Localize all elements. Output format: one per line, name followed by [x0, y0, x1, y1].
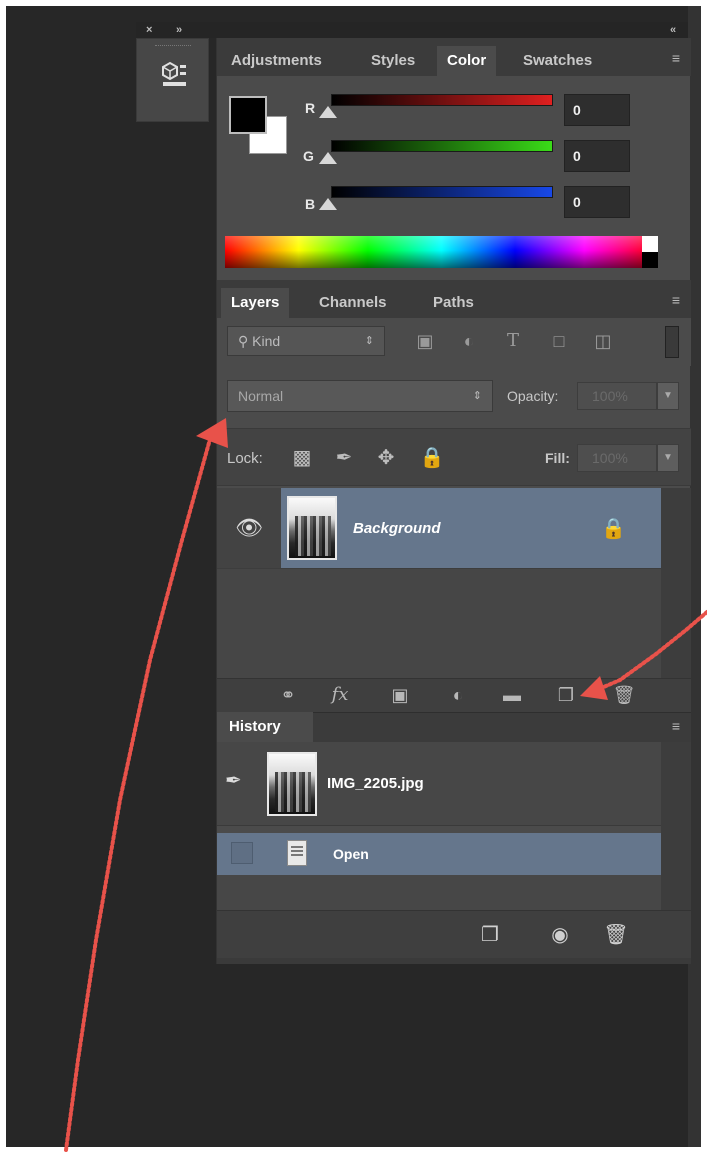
3d-properties-icon[interactable]	[159, 59, 189, 89]
tab-swatches[interactable]: Swatches	[513, 46, 602, 76]
blue-slider-thumb[interactable]	[319, 198, 337, 210]
link-layers-icon[interactable]: ⚭	[271, 678, 305, 712]
adjustment-filter-icon[interactable]: ◐	[457, 328, 481, 354]
collapse-panels-icon[interactable]: «	[670, 22, 676, 38]
history-scrollbar[interactable]	[661, 742, 691, 910]
adjustment-layer-icon[interactable]: ◐	[441, 678, 475, 712]
select-arrows-icon: ⇕	[364, 335, 374, 347]
blue-slider[interactable]	[331, 186, 553, 198]
foreground-color-swatch[interactable]	[229, 96, 267, 134]
tab-styles[interactable]: Styles	[361, 46, 425, 76]
tab-history[interactable]: History	[217, 712, 313, 742]
pixel-filter-icon[interactable]: ▣	[413, 328, 437, 354]
green-slider-thumb[interactable]	[319, 152, 337, 164]
lock-all-padlock-icon[interactable]: 🔒	[419, 444, 445, 472]
new-document-from-state-icon[interactable]: ❐	[473, 918, 507, 952]
filter-toggle-switch[interactable]	[665, 326, 679, 358]
green-value-field[interactable]: 0	[564, 140, 630, 172]
opacity-dropdown-icon[interactable]: ▼	[657, 382, 679, 410]
lock-transparent-pixels-icon[interactable]: ▩	[289, 444, 315, 472]
layers-panel-menu-icon[interactable]: ≡	[672, 292, 680, 308]
shape-filter-icon[interactable]: □	[547, 328, 571, 354]
fx-layer-style-icon[interactable]: fx	[323, 678, 357, 712]
collapsed-tool-dock	[136, 38, 209, 122]
dock-grip[interactable]	[155, 45, 191, 48]
layer-mask-icon[interactable]: ▣	[383, 678, 417, 712]
history-brush-source-checkbox[interactable]	[231, 842, 253, 864]
layers-scrollbar[interactable]	[661, 488, 691, 678]
panel-resize-grip[interactable]	[217, 958, 691, 964]
red-slider-thumb[interactable]	[319, 106, 337, 118]
snapshot-name[interactable]: IMG_2205.jpg	[327, 775, 424, 792]
document-icon	[287, 840, 307, 866]
type-filter-icon[interactable]: T	[501, 328, 525, 354]
tab-color[interactable]: Color	[437, 46, 497, 76]
red-value-field[interactable]: 0	[564, 94, 630, 126]
blend-mode-value: Normal	[238, 388, 284, 404]
history-state-name[interactable]: Open	[333, 846, 369, 862]
layer-lock-icon[interactable]: 🔒	[601, 516, 626, 541]
smart-object-filter-icon[interactable]: ◫	[591, 328, 615, 354]
opacity-label: Opacity:	[507, 388, 559, 404]
tab-adjustments[interactable]: Adjustments	[221, 46, 332, 76]
lock-position-move-icon[interactable]: ✥	[373, 444, 399, 472]
snapshot-thumbnail	[267, 752, 317, 816]
panel-dock-topbar	[136, 22, 688, 38]
delete-state-trash-icon[interactable]: 🗑	[599, 918, 633, 952]
blend-mode-select[interactable]: Normal ⇕	[227, 380, 493, 412]
layers-empty-area	[217, 568, 661, 678]
blue-channel-label: B	[305, 196, 316, 212]
history-brush-source-icon[interactable]: ✒	[225, 768, 242, 793]
opacity-field[interactable]: 100%	[577, 382, 657, 410]
eye-visibility-icon[interactable]: 👁	[217, 488, 281, 568]
blue-value-field[interactable]: 0	[564, 186, 630, 218]
tab-channels[interactable]: Channels	[309, 288, 397, 318]
lock-label: Lock:	[227, 450, 263, 467]
filter-kind-label: Kind	[252, 333, 281, 349]
panel-column: Adjustments Styles Color Swatches ≡ R 0 …	[216, 38, 691, 964]
delete-layer-trash-icon[interactable]: 🗑	[607, 678, 641, 712]
color-panel-menu-icon[interactable]: ≡	[672, 50, 680, 66]
fill-label: Fill:	[545, 450, 570, 466]
lock-image-pixels-brush-icon[interactable]: ✒	[331, 444, 357, 472]
filter-kind-select[interactable]: ⚲ Kind ⇕	[227, 326, 385, 356]
fill-field[interactable]: 100%	[577, 444, 657, 472]
black-swatch[interactable]	[642, 252, 658, 268]
history-panel-menu-icon[interactable]: ≡	[672, 718, 680, 734]
history-state-row[interactable]	[217, 833, 661, 875]
layer-thumbnail	[287, 496, 337, 560]
fill-dropdown-icon[interactable]: ▼	[657, 444, 679, 472]
tab-layers[interactable]: Layers	[221, 288, 290, 318]
green-slider[interactable]	[331, 140, 553, 152]
green-channel-label: G	[303, 148, 314, 164]
expand-dock-icon[interactable]: »	[176, 22, 182, 38]
camera-snapshot-icon[interactable]: ◉	[543, 918, 577, 952]
new-group-folder-icon[interactable]: ▬	[495, 678, 529, 712]
close-dock-icon[interactable]: ×	[146, 22, 152, 38]
red-slider[interactable]	[331, 94, 553, 106]
history-empty-area	[217, 875, 661, 910]
select-arrows-icon: ⇕	[472, 390, 482, 402]
color-spectrum-ramp[interactable]	[225, 236, 658, 268]
layer-name[interactable]: Background	[353, 520, 441, 537]
search-icon: ⚲	[238, 333, 253, 349]
tab-paths[interactable]: Paths	[423, 288, 484, 318]
white-swatch[interactable]	[642, 236, 658, 252]
red-channel-label: R	[305, 100, 316, 116]
new-layer-icon[interactable]: ❐	[549, 678, 583, 712]
